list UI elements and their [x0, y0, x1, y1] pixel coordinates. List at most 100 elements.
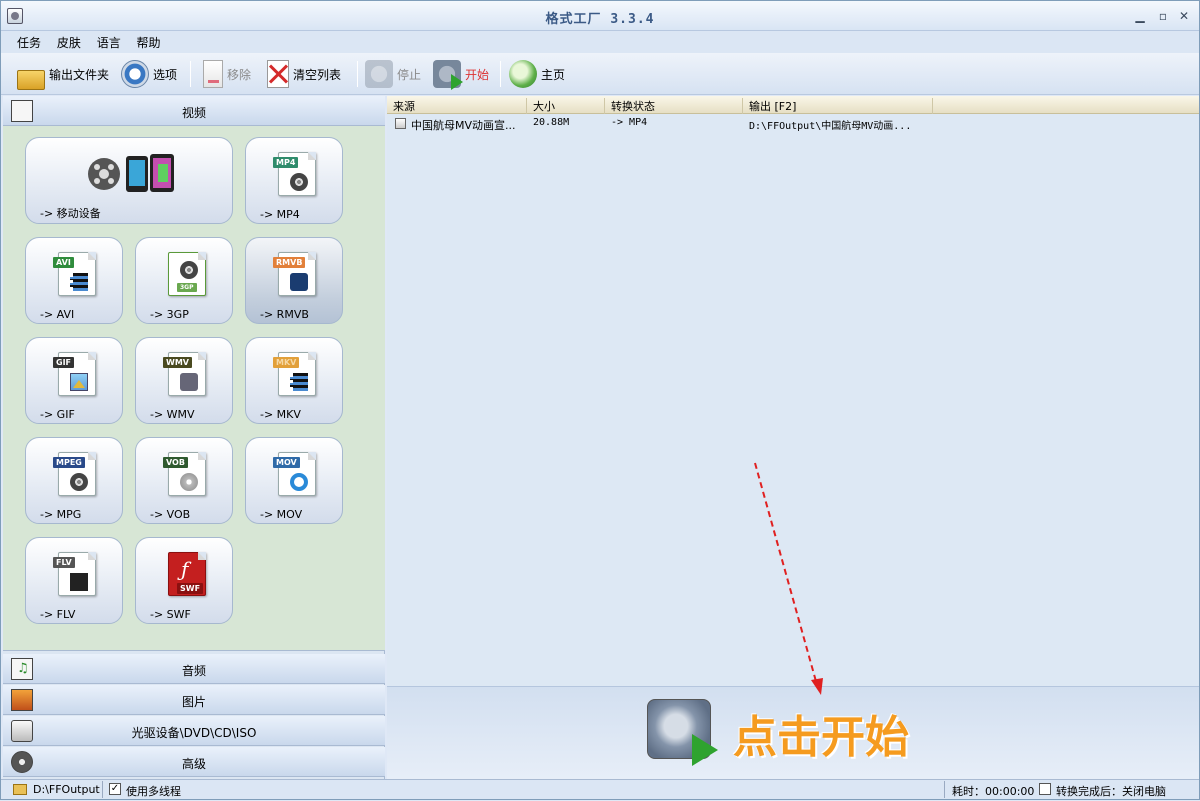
minimize-button[interactable]: ▁: [1133, 9, 1147, 23]
multithread-label: 使用多线程: [126, 785, 181, 798]
stop-button[interactable]: 停止: [365, 58, 421, 90]
format-mkv-button[interactable]: MKV -> MKV: [245, 337, 343, 424]
quicktime-icon: [290, 473, 308, 491]
start-convert-icon[interactable]: [647, 699, 718, 766]
video-file-icon: [395, 118, 406, 129]
menu-skin[interactable]: 皮肤: [53, 34, 85, 51]
format-rmvb-label: -> RMVB: [260, 308, 309, 321]
wmv-file-icon: WMV: [163, 352, 206, 396]
category-audio[interactable]: ♫ 音频: [3, 654, 385, 684]
format-flv-label: -> FLV: [40, 608, 76, 621]
format-mpg-label: -> MPG: [40, 508, 82, 521]
toolbar-divider: [190, 61, 191, 87]
format-vob-label: -> VOB: [150, 508, 191, 521]
task-source: 中国航母MV动画宣...: [411, 119, 516, 132]
globe-home-icon: [509, 60, 537, 88]
mp4-file-icon: MP4: [273, 152, 316, 196]
stop-icon: [365, 60, 393, 88]
toolbar-divider: [500, 61, 501, 87]
home-button[interactable]: 主页: [509, 58, 565, 90]
category-audio-label: 音频: [181, 664, 206, 678]
format-vob-button[interactable]: VOB -> VOB: [135, 437, 233, 524]
swf-tag: SWF: [177, 583, 204, 594]
category-panel: 视频 -> 移动设备 MP4 -> MP4 AVI -> AVI 3GP -> …: [3, 96, 385, 779]
task-row[interactable]: 中国航母MV动画宣... 20.88M -> MP4 D:\FFOutput\中…: [387, 115, 1199, 132]
menu-help[interactable]: 帮助: [133, 34, 165, 51]
status-divider: [944, 781, 945, 798]
category-video[interactable]: 视频: [3, 96, 385, 126]
format-mov-label: -> MOV: [260, 508, 303, 521]
format-wmv-button[interactable]: WMV -> WMV: [135, 337, 233, 424]
mkv-tag: MKV: [273, 357, 300, 368]
film-strip-icon: [290, 373, 308, 391]
menu-task[interactable]: 任务: [13, 34, 45, 51]
flash-icon: ƒ: [181, 557, 189, 581]
vob-file-icon: VOB: [163, 452, 206, 496]
start-label: 开始: [465, 67, 490, 82]
close-button[interactable]: ✕: [1177, 9, 1191, 23]
after-convert-label: 转换完成后：关闭电脑: [1056, 785, 1166, 798]
remove-label: 移除: [227, 67, 252, 82]
format-mpg-button[interactable]: MPEG -> MPG: [25, 437, 123, 524]
picture-icon: [70, 373, 88, 391]
toolbar-divider: [357, 61, 358, 87]
remove-button[interactable]: 移除: [199, 58, 251, 90]
3gp-tag: 3GP: [177, 283, 197, 292]
format-flv-button[interactable]: FLV -> FLV: [25, 537, 123, 624]
flv-file-icon: FLV: [53, 552, 96, 596]
column-source[interactable]: 来源: [387, 98, 527, 114]
mpeg-file-icon: MPEG: [53, 452, 96, 496]
category-video-label: 视频: [181, 106, 206, 120]
gif-file-icon: GIF: [53, 352, 96, 396]
film-strip-icon: [70, 273, 88, 291]
rmvb-tag: RMVB: [273, 257, 306, 268]
format-swf-button[interactable]: SWF ƒ -> SWF: [135, 537, 233, 624]
menu-bar: 任务 皮肤 语言 帮助: [1, 31, 1199, 53]
start-button[interactable]: 开始: [433, 58, 489, 90]
format-gif-label: -> GIF: [40, 408, 75, 421]
video-format-grid: -> 移动设备 MP4 -> MP4 AVI -> AVI 3GP -> 3GP…: [3, 126, 385, 651]
format-rmvb-button[interactable]: RMVB -> RMVB: [245, 237, 343, 324]
clear-x-icon: [267, 60, 289, 88]
format-mov-button[interactable]: MOV -> MOV: [245, 437, 343, 524]
click-start-label[interactable]: 点击开始: [733, 701, 909, 765]
camera-icon: [180, 373, 198, 391]
format-3gp-label: -> 3GP: [150, 308, 189, 321]
menu-language[interactable]: 语言: [93, 34, 125, 51]
format-swf-label: -> SWF: [150, 608, 191, 621]
category-image[interactable]: 图片: [3, 685, 385, 715]
options-button[interactable]: 选项: [121, 58, 177, 90]
output-path[interactable]: D:\FFOutput: [33, 783, 100, 796]
category-advanced[interactable]: 高级: [3, 747, 385, 777]
format-mp4-label: -> MP4: [260, 208, 300, 221]
folder-icon[interactable]: [13, 784, 27, 795]
column-status[interactable]: 转换状态: [605, 98, 743, 114]
real-player-icon: [290, 273, 308, 291]
column-output[interactable]: 输出 [F2]: [743, 98, 933, 114]
film-reel-icon: [180, 261, 198, 279]
format-gif-button[interactable]: GIF -> GIF: [25, 337, 123, 424]
output-folder-button[interactable]: 输出文件夹: [17, 58, 109, 90]
clear-list-button[interactable]: 清空列表: [267, 58, 341, 90]
shutdown-checkbox[interactable]: [1039, 783, 1051, 795]
film-reel-icon: [290, 173, 308, 191]
format-mobile-button[interactable]: -> 移动设备: [25, 137, 233, 224]
multithread-checkbox[interactable]: ✓: [109, 783, 121, 795]
mov-file-icon: MOV: [273, 452, 316, 496]
clear-list-label: 清空列表: [293, 67, 342, 82]
format-avi-button[interactable]: AVI -> AVI: [25, 237, 123, 324]
format-3gp-button[interactable]: 3GP -> 3GP: [135, 237, 233, 324]
column-size[interactable]: 大小: [527, 98, 605, 114]
format-mp4-button[interactable]: MP4 -> MP4: [245, 137, 343, 224]
maximize-button[interactable]: ▫: [1156, 9, 1170, 23]
film-reel-icon: [70, 473, 88, 491]
task-output: D:\FFOutput\中国航母MV动画...: [749, 121, 912, 132]
remove-icon: [203, 60, 223, 88]
title-bar[interactable]: 格式工厂 3.3.4 ▁ ▫ ✕: [1, 1, 1199, 31]
app-window: 格式工厂 3.3.4 ▁ ▫ ✕ 任务 皮肤 语言 帮助 输出文件夹 选项 移除…: [0, 0, 1200, 800]
wmv-tag: WMV: [163, 357, 192, 368]
status-divider: [102, 781, 103, 798]
category-disc-label: 光驱设备\DVD\CD\ISO: [131, 726, 257, 740]
toolbar: 输出文件夹 选项 移除 清空列表 停止 开始 主页: [1, 53, 1199, 95]
category-disc[interactable]: 光驱设备\DVD\CD\ISO: [3, 716, 385, 746]
